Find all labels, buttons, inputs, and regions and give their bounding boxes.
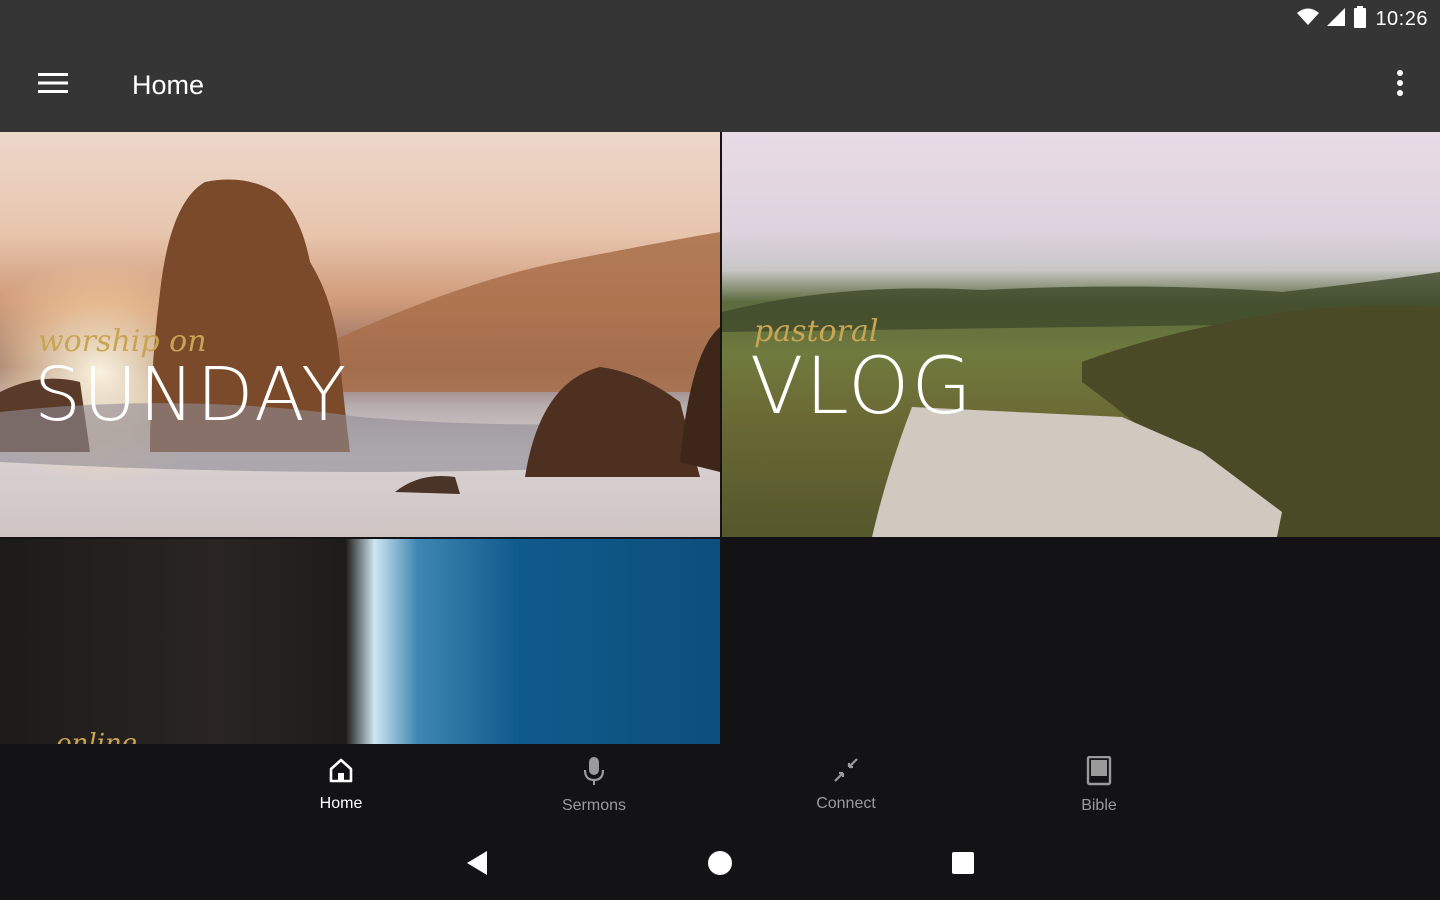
microphone-icon (580, 756, 608, 791)
home-system-button[interactable] (705, 850, 735, 880)
status-time: 10:26 (1375, 7, 1428, 30)
menu-button[interactable] (30, 64, 76, 106)
nav-item-sermons[interactable]: Sermons (524, 756, 664, 818)
back-button[interactable] (462, 850, 492, 880)
nav-item-bible[interactable]: Bible (1029, 755, 1169, 818)
content-grid: worship on SUNDAY pastoral VLOG online (0, 132, 1440, 744)
cellular-signal-icon (1327, 7, 1346, 31)
battery-icon (1353, 5, 1367, 33)
recents-button[interactable] (948, 850, 978, 880)
status-bar: 10:26 (0, 0, 1440, 38)
wifi-icon (1297, 8, 1320, 31)
nav-label: Bible (1081, 797, 1117, 814)
nav-item-home[interactable]: Home (271, 756, 411, 818)
nav-label: Connect (816, 795, 876, 812)
nav-label: Home (319, 795, 363, 812)
online-tile[interactable]: online (0, 539, 720, 744)
app-bar: Home (0, 38, 1440, 132)
tile-title: SUNDAY (34, 352, 349, 438)
connect-icon (832, 756, 860, 789)
tile-title: VLOG (750, 342, 974, 432)
system-navigation-bar (0, 824, 1440, 900)
more-options-button[interactable] (1386, 64, 1414, 106)
bottom-navigation: Home Sermons Connect Bible (0, 744, 1440, 824)
hamburger-menu-icon (38, 72, 68, 99)
worship-sunday-tile[interactable]: worship on SUNDAY (0, 132, 720, 537)
book-icon (1085, 755, 1113, 791)
back-triangle-icon (465, 850, 489, 881)
home-circle-icon (707, 850, 733, 881)
recents-square-icon (951, 851, 975, 880)
tile-subtitle: online (56, 729, 138, 744)
status-icons: 10:26 (1297, 5, 1428, 33)
page-title: Home (132, 70, 205, 100)
nav-label: Sermons (561, 797, 627, 814)
home-icon (327, 756, 355, 789)
nav-item-connect[interactable]: Connect (776, 756, 916, 818)
pastoral-vlog-tile[interactable]: pastoral VLOG (722, 132, 1440, 537)
more-vertical-icon (1397, 69, 1403, 101)
